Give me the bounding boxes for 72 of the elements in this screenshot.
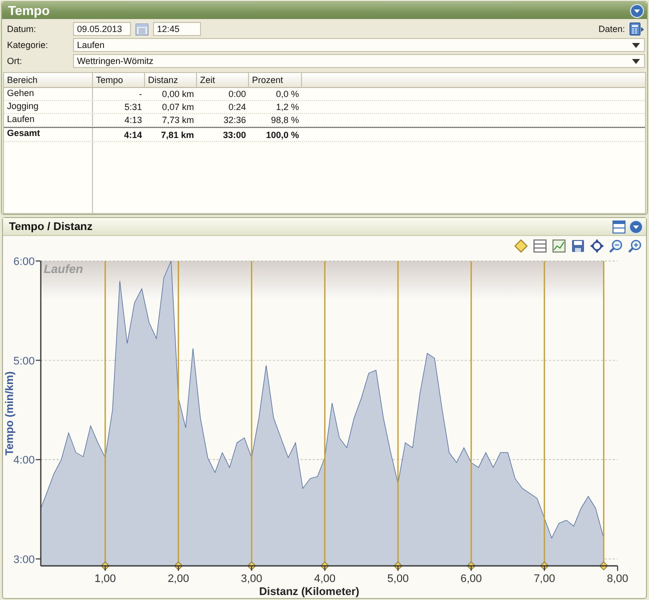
calendar-icon[interactable]	[135, 22, 149, 36]
split-marker[interactable]	[394, 261, 402, 570]
x-tick-label: 7,00	[534, 572, 556, 585]
x-tick-label: 3,00	[240, 572, 262, 585]
table-cell: Jogging	[4, 101, 93, 113]
caret-icon	[632, 58, 640, 64]
date-field[interactable]: 09.05.2013	[73, 22, 131, 36]
place-label: Ort:	[7, 56, 23, 66]
zoom-in-icon[interactable]	[628, 239, 642, 253]
fit-icon[interactable]	[590, 239, 604, 253]
category-label: Kategorie:	[7, 40, 50, 50]
data-label: Daten:	[598, 24, 625, 34]
save-icon[interactable]	[571, 239, 585, 253]
column-header[interactable]: Zeit	[197, 73, 249, 87]
date-label: Datum:	[7, 24, 38, 34]
x-tick-label: 2,00	[168, 572, 190, 585]
table-cell-text: 32:36	[222, 115, 247, 125]
category-dropdown[interactable]: Laufen	[73, 38, 645, 52]
table-cell-text: 98,8 %	[270, 115, 300, 125]
table-cell-text: -	[138, 89, 143, 99]
collapse-icon[interactable]	[629, 220, 643, 234]
table-cell: Laufen	[4, 114, 93, 126]
table-cell-text: 7,81 km	[160, 130, 195, 140]
table-cell-text: 0,07 km	[160, 102, 195, 112]
y-tick-label: 5:00	[13, 355, 35, 368]
split-marker[interactable]	[247, 261, 256, 570]
calculator-icon[interactable]	[629, 22, 645, 36]
table-cell-text: 4:14	[122, 130, 143, 140]
table-cell-text: 4:13	[123, 115, 143, 125]
split-marker[interactable]	[174, 261, 183, 570]
table-cell-text: 0,0 %	[274, 89, 300, 99]
column-header[interactable]: Tempo	[93, 73, 145, 87]
column-header[interactable]: Bereich	[4, 73, 93, 87]
split-marker[interactable]	[320, 261, 330, 570]
split-marker[interactable]	[540, 261, 549, 570]
table-cell: Gehen	[4, 88, 93, 100]
x-tick-label: 4,00	[314, 572, 336, 585]
diamond-icon[interactable]	[514, 239, 528, 253]
table-cell-text: 0,00 km	[160, 89, 195, 99]
table-cell-text: 1,2 %	[274, 102, 300, 112]
y-tick-label: 4:00	[13, 454, 35, 467]
panel-title: Tempo / Distanz	[9, 220, 93, 232]
column-header[interactable]: Prozent	[249, 73, 302, 87]
split-marker[interactable]	[100, 261, 110, 570]
x-tick-label: 1,00	[94, 572, 116, 585]
split-marker[interactable]	[599, 261, 608, 570]
panel-title: Tempo	[8, 3, 50, 18]
lines-icon[interactable]	[533, 239, 547, 253]
split-marker[interactable]	[466, 261, 476, 570]
chart-icon[interactable]	[552, 239, 566, 253]
table-cell: Gesamt	[4, 128, 93, 141]
x-tick-label: 5,00	[387, 572, 409, 585]
band-label: Laufen	[44, 262, 84, 276]
y-axis-title: Tempo (min/km)	[4, 371, 16, 456]
time-field[interactable]: 12:45	[153, 22, 201, 36]
y-tick-label: 6:00	[13, 256, 35, 268]
x-axis-title: Distanz (Kilometer)	[259, 586, 360, 598]
y-tick-label: 3:00	[13, 554, 35, 566]
layout-icon[interactable]	[612, 220, 626, 234]
collapse-icon[interactable]	[630, 4, 644, 18]
place-dropdown[interactable]: Wettringen-Wömitz	[73, 54, 645, 68]
table-cell-text: 100,0 %	[264, 130, 300, 140]
zoom-out-icon[interactable]	[609, 239, 623, 253]
table-cell-text: 7,73 km	[160, 115, 195, 125]
table-cell-text: 33:00	[222, 130, 247, 140]
caret-icon	[632, 42, 640, 48]
table-cell-text: 0:24	[227, 102, 247, 112]
x-tick-label: 6,00	[460, 572, 482, 585]
table-cell-text: 0:00	[227, 89, 247, 99]
table-cell-text: 5:31	[123, 102, 143, 112]
column-header[interactable]: Distanz	[145, 73, 197, 87]
x-tick-label: 8,00	[606, 572, 628, 585]
